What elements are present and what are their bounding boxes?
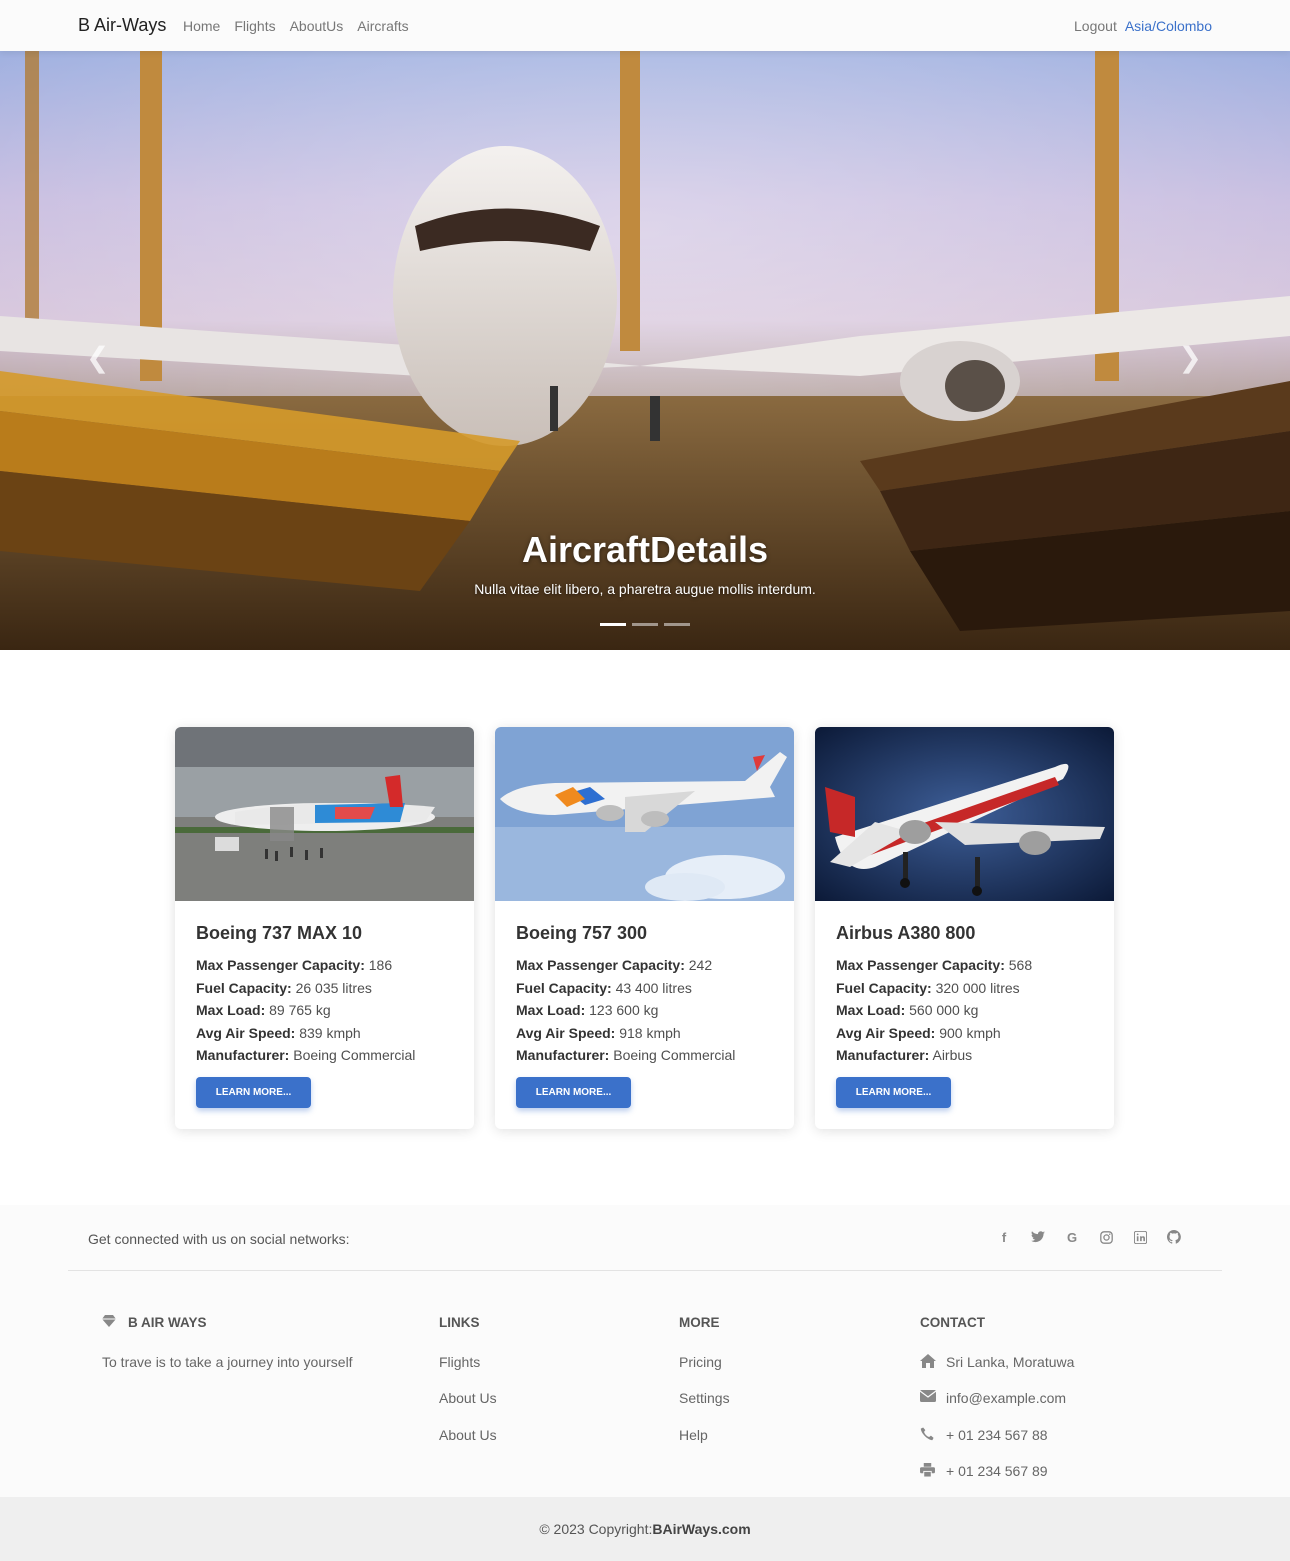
social-icons: f G — [996, 1229, 1182, 1245]
envelope-icon — [919, 1390, 937, 1405]
aircraft-image — [175, 727, 474, 901]
learn-more-button[interactable]: Learn More... — [516, 1077, 631, 1108]
spec-fuel: Fuel Capacity: 26 035 litres — [196, 979, 372, 996]
nav-links: Home Flights AboutUs Aircrafts — [183, 18, 409, 34]
nav-aboutus[interactable]: AboutUs — [290, 18, 344, 34]
hero-subtitle: Nulla vitae elit libero, a pharetra augu… — [474, 581, 816, 597]
instagram-icon[interactable] — [1098, 1229, 1114, 1245]
footer-contact-heading: CONTACT — [920, 1315, 985, 1330]
copyright-site-link[interactable]: BAirWays.com — [652, 1521, 750, 1537]
carousel-indicators — [600, 623, 690, 626]
spec-manufacturer: Manufacturer: Airbus — [836, 1047, 973, 1063]
spec-passenger: Max Passenger Capacity: 568 — [836, 957, 1033, 973]
footer-brand-column: B AIR WAYS To trave is to take a journey… — [102, 1315, 353, 1390]
carousel-indicator-1[interactable] — [600, 623, 626, 626]
contact-phone: + 01 234 567 88 — [920, 1427, 1074, 1463]
footer-link-settings[interactable]: Settings — [679, 1390, 730, 1426]
aircraft-card: Airbus A380 800 Max Passenger Capacity: … — [815, 727, 1114, 1129]
spec-manufacturer: Manufacturer: Boeing Commercial — [196, 1047, 416, 1063]
nav-right: Logout Asia/Colombo — [1074, 18, 1212, 34]
footer-link-pricing[interactable]: Pricing — [679, 1354, 730, 1390]
spec-speed: Avg Air Speed: 839 kmph — [196, 1024, 361, 1041]
carousel-indicator-2[interactable] — [632, 623, 658, 626]
footer-tagline: To trave is to take a journey into yours… — [102, 1354, 353, 1370]
spec-load: Max Load: 89 765 kg — [196, 1002, 331, 1018]
footer-links-heading: LINKS — [439, 1315, 480, 1330]
hero-title: AircraftDetails — [521, 529, 769, 570]
aircraft-card: Boeing 757 300 Max Passenger Capacity: 2… — [495, 727, 794, 1129]
carousel-indicator-3[interactable] — [664, 623, 690, 626]
learn-more-button[interactable]: Learn More... — [196, 1077, 311, 1108]
footer: Get connected with us on social networks… — [0, 1205, 1290, 1497]
copyright-bar: © 2023 Copyright:BAirWays.com — [0, 1497, 1290, 1561]
spec-passenger: Max Passenger Capacity: 186 — [196, 957, 393, 973]
spec-speed: Avg Air Speed: 918 kmph — [516, 1024, 681, 1041]
aircraft-name: Airbus A380 800 — [836, 923, 976, 943]
card-body: Boeing 757 300 Max Passenger Capacity: 2… — [495, 901, 794, 1089]
nav-aircrafts[interactable]: Aircrafts — [357, 18, 408, 34]
aircraft-image — [495, 727, 794, 901]
aircraft-card: Boeing 737 MAX 10 Max Passenger Capacity… — [175, 727, 474, 1129]
aircraft-name: Boeing 757 300 — [516, 923, 648, 943]
nav-flights[interactable]: Flights — [234, 18, 275, 34]
contact-address: Sri Lanka, Moratuwa — [920, 1354, 1074, 1390]
navbar: B Air-Ways Home Flights AboutUs Aircraft… — [0, 0, 1290, 51]
facebook-icon[interactable]: f — [996, 1229, 1012, 1245]
nav-home[interactable]: Home — [183, 18, 220, 34]
spec-fuel: Fuel Capacity: 43 400 litres — [516, 979, 692, 996]
logout-link[interactable]: Logout — [1074, 18, 1117, 34]
contact-fax: + 01 234 567 89 — [920, 1463, 1074, 1499]
social-bar: Get connected with us on social networks… — [68, 1205, 1222, 1271]
footer-more-column: MORE Pricing Settings Help — [679, 1315, 730, 1463]
card-body: Boeing 737 MAX 10 Max Passenger Capacity… — [175, 901, 474, 1089]
spec-load: Max Load: 123 600 kg — [516, 1002, 659, 1018]
print-icon — [920, 1463, 936, 1480]
home-icon — [920, 1354, 936, 1371]
brand-link[interactable]: B Air-Ways — [78, 15, 166, 36]
footer-more-heading: MORE — [679, 1315, 720, 1330]
aircraft-image — [815, 727, 1114, 901]
gem-icon — [102, 1315, 116, 1330]
spec-fuel: Fuel Capacity: 320 000 litres — [836, 979, 1020, 996]
copyright-text: © 2023 Copyright: — [539, 1521, 653, 1537]
footer-link-flights[interactable]: Flights — [439, 1354, 497, 1390]
phone-icon — [920, 1427, 936, 1444]
github-icon[interactable] — [1166, 1229, 1182, 1245]
chevron-left-icon[interactable]: ❮ — [86, 341, 109, 374]
spec-speed: Avg Air Speed: 900 kmph — [836, 1024, 1001, 1041]
footer-brand-heading: B AIR WAYS — [102, 1315, 353, 1330]
spec-passenger: Max Passenger Capacity: 242 — [516, 957, 713, 973]
learn-more-button[interactable]: Learn More... — [836, 1077, 951, 1108]
contact-email: info@example.com — [919, 1390, 1074, 1426]
google-icon[interactable]: G — [1064, 1229, 1080, 1245]
footer-links-column: LINKS Flights About Us About Us — [439, 1315, 497, 1463]
aircraft-name: Boeing 737 MAX 10 — [196, 923, 363, 943]
chevron-right-icon[interactable]: ❯ — [1179, 341, 1202, 374]
spec-manufacturer: Manufacturer: Boeing Commercial — [516, 1047, 736, 1063]
twitter-icon[interactable] — [1030, 1229, 1046, 1245]
card-body: Airbus A380 800 Max Passenger Capacity: … — [815, 901, 1114, 1089]
footer-link-about-us[interactable]: About Us — [439, 1390, 497, 1426]
footer-contact-column: CONTACT Sri Lanka, Moratuwa info@example… — [919, 1315, 1074, 1500]
social-text: Get connected with us on social networks… — [88, 1231, 350, 1247]
footer-link-about-us-2[interactable]: About Us — [439, 1427, 497, 1463]
hero-carousel: ❮ ❯ AircraftDetails Nulla vitae elit lib… — [0, 51, 1290, 650]
footer-link-help[interactable]: Help — [679, 1427, 730, 1463]
linkedin-icon[interactable] — [1132, 1229, 1148, 1245]
timezone-link[interactable]: Asia/Colombo — [1125, 18, 1212, 34]
aircraft-cards: Boeing 737 MAX 10 Max Passenger Capacity… — [175, 727, 1114, 1129]
spec-load: Max Load: 560 000 kg — [836, 1002, 979, 1018]
